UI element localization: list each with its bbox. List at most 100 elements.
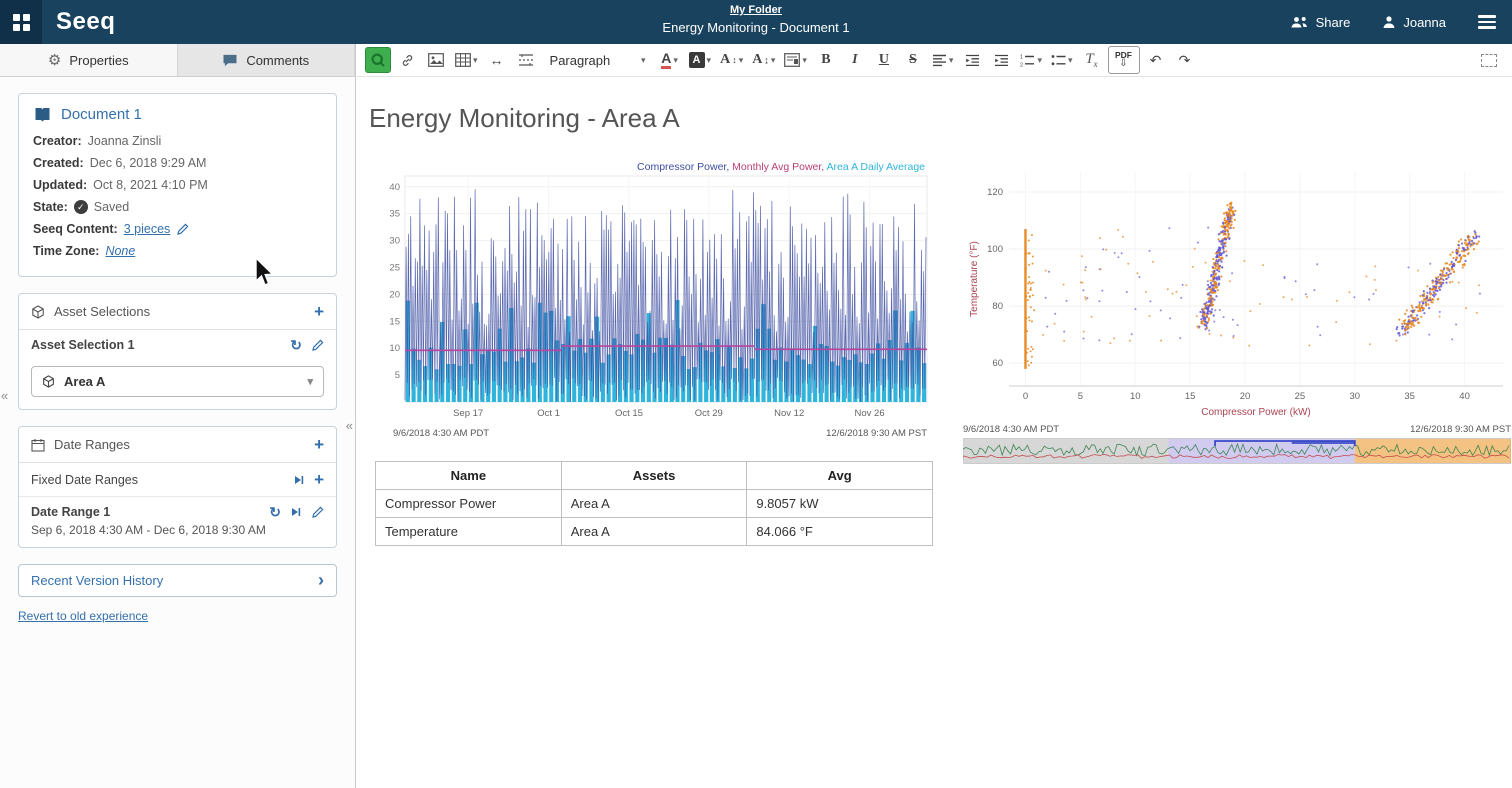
- hamburger-menu-button[interactable]: [1462, 15, 1512, 29]
- highlight-color-icon: A: [689, 52, 705, 68]
- asset-selection-dropdown[interactable]: Area A ▾: [31, 366, 324, 397]
- edit-date-range-icon[interactable]: [311, 506, 324, 519]
- panel-collapse-icon[interactable]: «: [1, 388, 8, 403]
- field-created: Created:Dec 6, 2018 9:29 AM: [33, 156, 322, 170]
- line-height-icon: A: [752, 52, 762, 68]
- insert-image-button[interactable]: [423, 47, 449, 73]
- fixed-date-ranges-row: Fixed Date Ranges +: [19, 462, 336, 496]
- document-info-card: Document 1 Creator:Joanna Zinsli Created…: [18, 93, 337, 277]
- insert-link-button[interactable]: [394, 47, 420, 73]
- field-seeq-content: Seeq Content: 3 pieces: [33, 222, 322, 236]
- col-assets[interactable]: Assets: [561, 462, 747, 490]
- insert-template-button[interactable]: ▾: [781, 47, 810, 73]
- asset-selection-value: Area A: [64, 374, 105, 389]
- tab-comments-label: Comments: [246, 53, 309, 68]
- date-range-row: Date Range 1 ↻: [19, 496, 336, 523]
- align-button[interactable]: ▾: [929, 47, 957, 73]
- version-history-button[interactable]: Recent Version History ›: [18, 564, 337, 597]
- insert-seeq-content-button[interactable]: [365, 47, 391, 73]
- col-name[interactable]: Name: [376, 462, 562, 490]
- ordered-list-button[interactable]: 12 ▾: [1017, 47, 1045, 73]
- col-avg[interactable]: Avg: [747, 462, 933, 490]
- breadcrumb-my-folder[interactable]: My Folder: [662, 4, 849, 16]
- refresh-asset-selection-icon[interactable]: ↻: [290, 338, 302, 352]
- chevron-down-icon: ▾: [307, 375, 313, 388]
- clear-formatting-button[interactable]: Tx: [1079, 47, 1105, 73]
- document-editor[interactable]: Energy Monitoring - Area A 5101520253035…: [357, 77, 1512, 788]
- svg-text:100: 100: [987, 244, 1003, 255]
- tab-properties[interactable]: ⚙ Properties: [0, 44, 178, 76]
- table-row: Temperature Area A 84.066 °F: [376, 518, 933, 546]
- highlight-color-button[interactable]: A▾: [686, 47, 715, 73]
- add-asset-selection-button[interactable]: +: [314, 303, 324, 320]
- font-size-button[interactable]: A↕▾: [717, 47, 746, 73]
- arrow-horizontal-icon: ↔: [490, 52, 504, 68]
- table-header-row: Name Assets Avg: [376, 462, 933, 490]
- date-ranges-title: Date Ranges: [54, 437, 130, 452]
- refresh-date-range-icon[interactable]: ↻: [269, 505, 281, 519]
- user-menu-button[interactable]: Joanna: [1366, 0, 1462, 44]
- redo-button[interactable]: ↷: [1172, 47, 1198, 73]
- italic-button[interactable]: I: [842, 47, 868, 73]
- timeline-strip[interactable]: [963, 438, 1511, 464]
- seeq-content-icon: [370, 52, 386, 68]
- edit-asset-selection-icon[interactable]: [311, 339, 324, 352]
- align-left-icon: [932, 54, 947, 67]
- svg-text:35: 35: [389, 209, 400, 220]
- underline-button[interactable]: U: [871, 47, 897, 73]
- add-date-range-button[interactable]: +: [314, 436, 324, 453]
- edit-content-icon[interactable]: [176, 223, 189, 236]
- add-fixed-date-range-button[interactable]: +: [314, 471, 324, 488]
- svg-text:30: 30: [1350, 391, 1361, 402]
- outdent-button[interactable]: [959, 47, 985, 73]
- tab-comments[interactable]: Comments: [178, 44, 356, 76]
- paragraph-style-dropdown[interactable]: Paragraph ▾: [542, 47, 654, 73]
- version-history-label: Recent Version History: [31, 573, 163, 588]
- link-icon: [400, 53, 415, 68]
- svg-text:1: 1: [1020, 54, 1023, 60]
- journal-icon: [33, 107, 52, 123]
- bullet-list-button[interactable]: ▾: [1048, 47, 1076, 73]
- timezone-link[interactable]: None: [105, 244, 135, 258]
- comment-bubble-icon: [222, 54, 238, 67]
- svg-text:35: 35: [1404, 391, 1415, 402]
- svg-text:5: 5: [1078, 391, 1083, 402]
- step-to-end-icon[interactable]: [293, 474, 305, 486]
- document-title-row[interactable]: Document 1: [33, 106, 322, 123]
- fullscreen-button[interactable]: [1474, 47, 1504, 73]
- gear-icon: ⚙: [48, 51, 61, 69]
- sidebar-collapse-icon[interactable]: «: [346, 418, 353, 433]
- font-color-button[interactable]: A▾: [657, 47, 683, 73]
- apps-grid-button[interactable]: [0, 0, 42, 44]
- seeq-content-link[interactable]: 3 pieces: [124, 222, 171, 236]
- user-icon: [1382, 15, 1396, 29]
- line-height-button[interactable]: A↨▾: [749, 47, 778, 73]
- table-row: Compressor Power Area A 9.8057 kW: [376, 490, 933, 518]
- insert-table-button[interactable]: ▾: [452, 47, 481, 73]
- share-label: Share: [1316, 15, 1351, 30]
- trend-chart[interactable]: 510152025303540Sep 17Oct 1Oct 15Oct 29No…: [375, 158, 935, 426]
- undo-button[interactable]: ↶: [1143, 47, 1169, 73]
- editor-toolbar: ▾ ↔ Paragraph ▾ A▾ A▾ A↕▾ A↨▾ ▾ B I U S …: [357, 44, 1512, 77]
- seeq-logo: Seeq: [42, 8, 129, 36]
- bold-button[interactable]: B: [813, 47, 839, 73]
- indent-button[interactable]: [988, 47, 1014, 73]
- svg-text:10: 10: [389, 343, 400, 354]
- document-heading[interactable]: Energy Monitoring - Area A: [369, 103, 1512, 134]
- export-pdf-button[interactable]: PDF ⇩: [1108, 46, 1140, 74]
- scatter-chart-block: 60801001200510152025303540Temperature (°…: [963, 164, 1511, 464]
- page-break-button[interactable]: [513, 47, 539, 73]
- svg-text:Temperature (°F): Temperature (°F): [969, 241, 980, 317]
- revert-link[interactable]: Revert to old experience: [18, 609, 148, 623]
- scatter-chart[interactable]: 60801001200510152025303540Temperature (°…: [963, 164, 1511, 418]
- outdent-icon: [965, 54, 980, 67]
- horizontal-rule-button[interactable]: ↔: [484, 47, 510, 73]
- scatter-end-timestamp: 12/6/2018 9:30 AM PST: [1410, 424, 1511, 435]
- share-button[interactable]: Share: [1274, 0, 1367, 44]
- cube-icon: [31, 305, 45, 319]
- date-ranges-card: Date Ranges + Fixed Date Ranges + Date R…: [18, 426, 337, 548]
- tab-properties-label: Properties: [69, 53, 128, 68]
- step-to-end-icon[interactable]: [290, 506, 302, 518]
- strikethrough-button[interactable]: S: [900, 47, 926, 73]
- svg-text:Nov 12: Nov 12: [774, 408, 804, 419]
